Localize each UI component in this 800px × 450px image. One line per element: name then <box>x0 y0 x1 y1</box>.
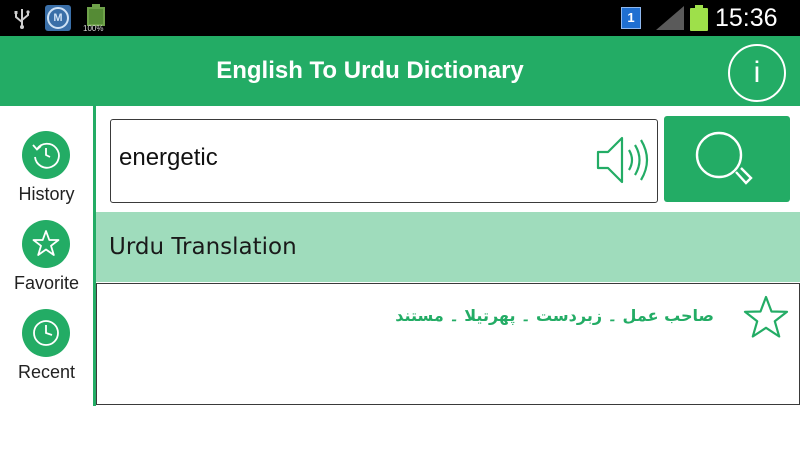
app-notification-icon: M <box>45 5 71 31</box>
sidebar-item-favorite[interactable]: Favorite <box>0 220 93 306</box>
info-button[interactable]: i <box>728 44 786 102</box>
app-notification-letter: M <box>47 7 69 29</box>
history-icon <box>22 131 70 179</box>
search-button[interactable] <box>664 116 790 202</box>
sidebar-item-label: Favorite <box>13 273 80 293</box>
sidebar: History Favorite Recent <box>0 106 93 406</box>
search-icon <box>695 131 753 185</box>
translation-header-text: Urdu Translation <box>109 234 297 260</box>
sidebar-item-recent[interactable]: Recent <box>0 309 93 395</box>
battery-small-icon <box>87 4 105 26</box>
notification-badge-icon: 1 <box>621 7 641 29</box>
clock-time: 15:36 <box>715 4 778 32</box>
search-input-value: energetic <box>119 144 218 171</box>
sidebar-item-label: Recent <box>17 362 76 382</box>
urdu-translation-text: صاحب عمل ۔ زبردست ۔ پھرتیلا ۔ مستند <box>395 306 714 325</box>
status-bar: M 100% 1 15:36 <box>0 0 800 36</box>
clock-icon <box>22 309 70 357</box>
star-outline-icon[interactable] <box>742 294 790 340</box>
sidebar-item-history[interactable]: History <box>0 131 93 217</box>
battery-icon <box>690 5 708 31</box>
app-header: English To Urdu Dictionary i <box>0 36 800 106</box>
app-title: English To Urdu Dictionary <box>216 57 524 84</box>
speaker-icon[interactable] <box>596 132 656 188</box>
battery-percent-text: 100% <box>83 24 104 33</box>
usb-icon <box>14 9 30 29</box>
signal-icon <box>656 6 684 30</box>
translation-result: صاحب عمل ۔ زبردست ۔ پھرتیلا ۔ مستند <box>96 283 800 405</box>
search-input[interactable]: energetic <box>110 119 658 203</box>
star-icon <box>22 220 70 268</box>
translation-section-header: Urdu Translation <box>96 212 800 282</box>
sidebar-item-label: History <box>18 184 75 204</box>
